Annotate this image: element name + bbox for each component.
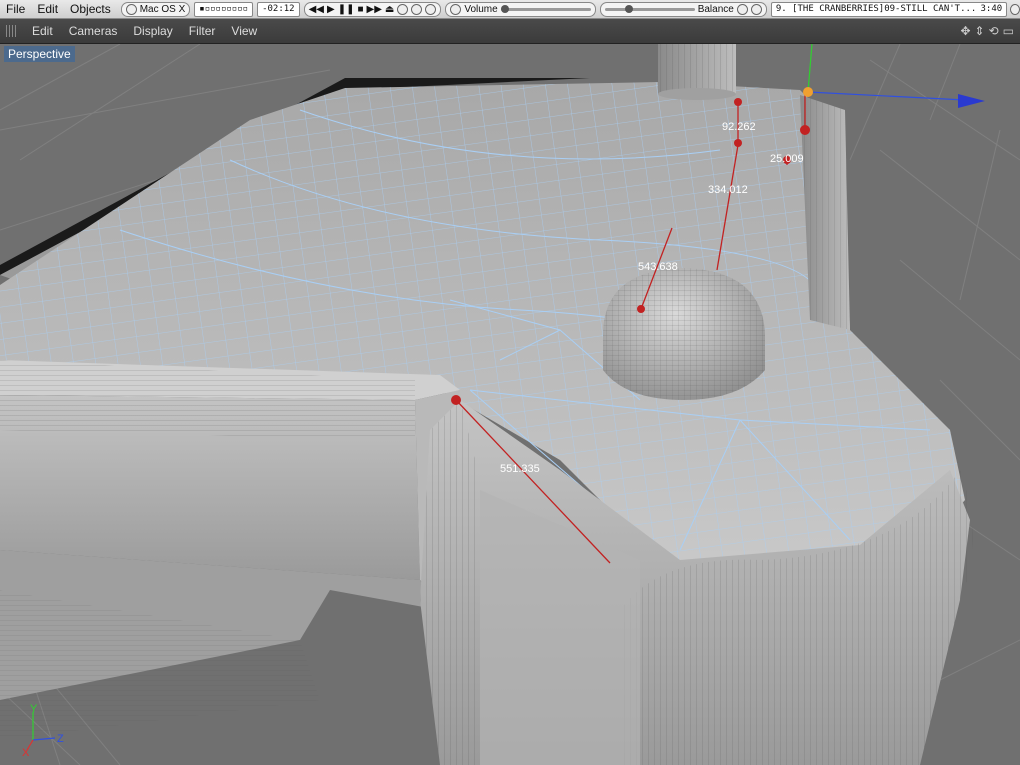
volume-slider[interactable] xyxy=(500,4,591,13)
player-balance-control[interactable]: Balance xyxy=(599,1,767,17)
world-axis-x-label: X xyxy=(22,747,30,759)
top-cylinder-hatch xyxy=(658,44,736,94)
balance-slider-knob[interactable] xyxy=(624,4,633,13)
dome-mesh-h xyxy=(603,268,765,400)
perspective-viewport[interactable]: 92.262 25.009 334.012 543.638 551.335 Y … xyxy=(0,44,1020,765)
world-axis-z-label: Z xyxy=(57,733,64,745)
volume-slider-knob[interactable] xyxy=(500,4,509,13)
player-track-duration: 3:40 xyxy=(980,4,1003,14)
viewport-menubar: Edit Cameras Display Filter View ✥ ⇕ ⟲ ▭ xyxy=(0,19,1020,44)
menu-file[interactable]: File xyxy=(0,2,31,16)
balance-slider[interactable] xyxy=(604,4,695,13)
move-view-icon[interactable]: ✥ xyxy=(960,24,970,38)
player-option-2-icon[interactable] xyxy=(411,3,423,15)
rotate-view-icon[interactable]: ⟲ xyxy=(989,24,999,38)
viewport-canvas[interactable]: 92.262 25.009 334.012 543.638 551.335 Y … xyxy=(0,44,1020,765)
viewport-grip-icon[interactable] xyxy=(6,25,18,37)
measure-handle-2 xyxy=(734,139,742,147)
pause-icon[interactable]: ❚❚ xyxy=(338,4,355,15)
measure-handle-1 xyxy=(734,98,742,106)
balance-label: Balance xyxy=(697,3,734,15)
measure-label-2: 25.009 xyxy=(770,153,804,165)
viewport-menu-filter[interactable]: Filter xyxy=(181,24,224,38)
viewport-menu-edit[interactable]: Edit xyxy=(24,24,61,38)
measure-handle-5 xyxy=(637,305,645,313)
viewport-menu-view[interactable]: View xyxy=(223,24,265,38)
viewport-camera-label[interactable]: Perspective xyxy=(4,46,75,62)
player-option-3-icon[interactable] xyxy=(425,3,437,15)
balance-option-2-icon[interactable] xyxy=(750,3,762,15)
player-option-1-icon[interactable] xyxy=(397,3,409,15)
volume-icon xyxy=(450,3,462,15)
measure-handle-6 xyxy=(451,395,461,405)
player-track-title: 9. [THE CRANBERRIES]09-STILL CAN'T... xyxy=(775,4,977,14)
balance-option-1-icon[interactable] xyxy=(736,3,748,15)
menu-objects[interactable]: Objects xyxy=(64,2,117,16)
stop-icon[interactable]: ■ xyxy=(357,4,363,15)
player-source-label: Mac OS X xyxy=(139,3,186,15)
player-transport-controls[interactable]: ◀◀ ▶ ❚❚ ■ ▶▶ ⏏ xyxy=(303,1,442,17)
player-volume-control[interactable]: Volume xyxy=(445,1,596,17)
player-elapsed-time: -02:12 xyxy=(257,1,300,17)
menu-edit[interactable]: Edit xyxy=(31,2,64,16)
top-cylinder-base xyxy=(658,88,736,100)
viewport-menu-display[interactable]: Display xyxy=(125,24,180,38)
forward-icon[interactable]: ▶▶ xyxy=(367,4,382,15)
dolly-view-icon[interactable]: ⇕ xyxy=(975,24,985,38)
viewport-menu-cameras[interactable]: Cameras xyxy=(61,24,126,38)
measure-handle-3 xyxy=(800,125,810,135)
rewind-icon[interactable]: ◀◀ xyxy=(309,4,324,15)
world-axis-y-label: Y xyxy=(30,703,38,715)
app-menubar: File Edit Objects Mac OS X ▪▫▫▫▫▫▫▫▫ -02… xyxy=(0,0,1020,19)
maximize-view-icon[interactable]: ▭ xyxy=(1003,24,1014,38)
measure-label-5: 551.335 xyxy=(500,463,540,475)
eject-icon[interactable]: ⏏ xyxy=(385,4,394,15)
gizmo-origin-icon xyxy=(803,87,813,97)
play-icon[interactable]: ▶ xyxy=(327,4,335,15)
player-track-display: 9. [THE CRANBERRIES]09-STILL CAN'T... 3:… xyxy=(770,1,1008,17)
measure-label-3: 334.012 xyxy=(708,184,748,196)
player-source-icon xyxy=(125,3,137,15)
player-source-selector[interactable]: Mac OS X xyxy=(120,1,191,17)
player-close-icon[interactable] xyxy=(1010,3,1020,15)
measure-label-1: 92.262 xyxy=(722,121,756,133)
measure-label-4: 543.638 xyxy=(638,261,678,273)
player-level-meter: ▪▫▫▫▫▫▫▫▫ xyxy=(194,1,254,17)
volume-label: Volume xyxy=(464,3,498,15)
